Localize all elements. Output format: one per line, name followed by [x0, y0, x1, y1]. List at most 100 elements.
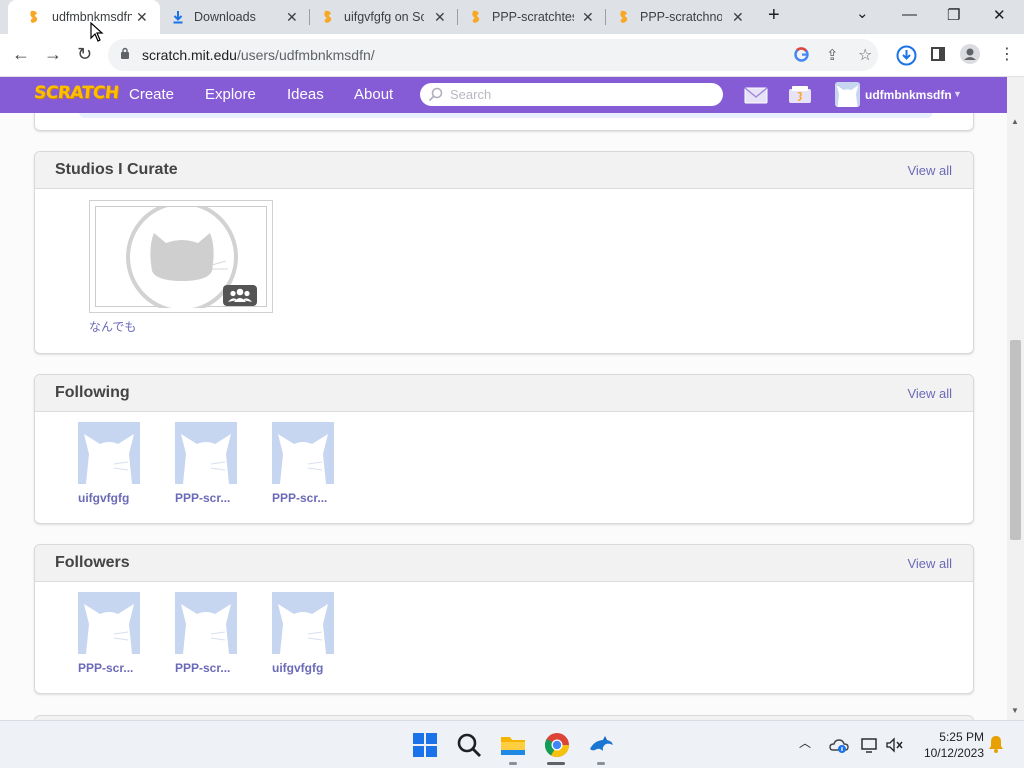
user-thumbnail[interactable]: [272, 422, 334, 484]
search-input[interactable]: [450, 85, 710, 104]
windows-start-icon[interactable]: [411, 731, 439, 759]
cat-avatar-icon: [175, 422, 237, 484]
nav-username[interactable]: udfmbnkmsdfn: [865, 88, 952, 102]
nav-about[interactable]: About: [354, 86, 393, 103]
profile-content: Studios I Curate View all なんでも Following…: [0, 113, 1007, 720]
tab-search-dropdown-icon[interactable]: ⌄: [856, 4, 869, 22]
scratch-favicon-icon: [620, 10, 628, 23]
tab-close-icon[interactable]: ✕: [582, 9, 594, 26]
tab-close-icon[interactable]: ✕: [136, 9, 148, 26]
tab-ppp-scratchtes[interactable]: PPP-scratchtes ✕: [458, 0, 606, 34]
user-card[interactable]: PPP-scr...: [175, 592, 239, 675]
nav-ideas[interactable]: Ideas: [287, 86, 324, 103]
username-link[interactable]: PPP-scr...: [175, 491, 239, 505]
running-indicator: [509, 762, 517, 765]
onedrive-icon[interactable]: [829, 738, 849, 754]
page-scrollbar[interactable]: ▲ ▼: [1007, 77, 1024, 720]
user-card[interactable]: PPP-scr...: [175, 422, 239, 505]
tab-udfmbnkmsdfn[interactable]: udfmbnkmsdfn ✕: [8, 0, 160, 34]
tab-title: uifgvfgfg on Sc: [344, 10, 424, 24]
my-stuff-icon[interactable]: [788, 85, 812, 104]
chrome-icon[interactable]: [543, 731, 571, 759]
notification-bell-icon[interactable]: [988, 735, 1004, 753]
user-thumbnail[interactable]: [78, 592, 140, 654]
user-card[interactable]: PPP-scr...: [272, 422, 336, 505]
followers-box: Followers View all PPP-scr... PPP-scr...…: [34, 544, 974, 694]
search-icon[interactable]: [455, 731, 483, 759]
minimize-button[interactable]: —: [902, 6, 917, 23]
mouse-cursor-icon: [90, 22, 104, 42]
following-box: Following View all uifgvfgfg PPP-scr... …: [34, 374, 974, 524]
studios-curate-box: Studios I Curate View all なんでも: [34, 151, 974, 354]
users-group-icon: [228, 288, 252, 302]
dolphin-app-icon[interactable]: [587, 731, 615, 759]
nav-explore[interactable]: Explore: [205, 86, 256, 103]
share-icon[interactable]: ⇪: [826, 46, 839, 64]
user-avatar[interactable]: [835, 82, 860, 107]
bookmark-star-icon[interactable]: ☆: [858, 45, 872, 65]
profile-icon[interactable]: [960, 44, 980, 64]
google-icon[interactable]: [794, 47, 809, 62]
view-all-link[interactable]: View all: [907, 556, 952, 571]
tab-title: PPP-scratchnol: [640, 10, 722, 24]
username-link[interactable]: PPP-scr...: [272, 491, 336, 505]
messages-icon[interactable]: [744, 87, 768, 104]
windows-taskbar: ︿ 5:25 PM 10/12/2023: [0, 720, 1024, 768]
username-link[interactable]: PPP-scr...: [78, 661, 142, 675]
account-caret-icon[interactable]: ▼: [953, 89, 962, 99]
view-all-link[interactable]: View all: [907, 163, 952, 178]
forward-arrow-icon[interactable]: →: [44, 44, 62, 65]
side-panel-icon[interactable]: [931, 47, 945, 61]
browser-toolbar: ← → ↻ scratch.mit.edu/users/udfmbnkmsdfn…: [0, 34, 1024, 77]
tab-close-icon[interactable]: ✕: [434, 9, 446, 26]
username-link[interactable]: uifgvfgfg: [272, 661, 336, 675]
tab-uifgvfgfg[interactable]: uifgvfgfg on Sc ✕: [310, 0, 458, 34]
tab-close-icon[interactable]: ✕: [286, 9, 298, 26]
address-bar[interactable]: scratch.mit.edu/users/udfmbnkmsdfn/ ⇪ ☆: [108, 39, 878, 71]
clock-time: 5:25 PM: [939, 730, 984, 744]
user-card[interactable]: PPP-scr...: [78, 592, 142, 675]
user-thumbnail[interactable]: [175, 592, 237, 654]
view-all-link[interactable]: View all: [907, 386, 952, 401]
section-title: Following: [55, 384, 130, 401]
tab-close-icon[interactable]: ✕: [732, 9, 744, 26]
download-status-icon[interactable]: [896, 45, 917, 66]
cat-avatar-icon: [272, 592, 334, 654]
user-card[interactable]: uifgvfgfg: [78, 422, 142, 505]
restore-button[interactable]: ❐: [947, 6, 960, 24]
cat-avatar-icon: [175, 592, 237, 654]
chevron-up-icon[interactable]: ︿: [799, 734, 811, 751]
user-thumbnail[interactable]: [272, 592, 334, 654]
user-thumbnail[interactable]: [78, 422, 140, 484]
user-card[interactable]: uifgvfgfg: [272, 592, 336, 675]
active-indicator: [547, 762, 565, 765]
username-link[interactable]: PPP-scr...: [175, 661, 239, 675]
file-explorer-icon[interactable]: [499, 731, 527, 759]
menu-dots-icon[interactable]: ⋮: [999, 44, 1015, 64]
nav-create[interactable]: Create: [129, 86, 174, 103]
close-window-button[interactable]: ✕: [993, 6, 1006, 24]
scrollbar-thumb[interactable]: [1010, 340, 1021, 540]
system-clock[interactable]: 5:25 PM 10/12/2023: [918, 729, 984, 761]
scratch-navbar: SCRATCH Create Explore Ideas About udfmb…: [0, 77, 1007, 113]
display-network-icon[interactable]: [861, 737, 879, 753]
scratch-favicon-icon: [472, 10, 480, 23]
running-indicator: [597, 762, 605, 765]
username-link[interactable]: uifgvfgfg: [78, 491, 142, 505]
avatar-cat-icon: [835, 82, 860, 107]
cat-avatar-icon: [272, 422, 334, 484]
scroll-down-arrow-icon[interactable]: ▼: [1011, 706, 1019, 715]
tab-downloads[interactable]: Downloads ✕: [160, 0, 310, 34]
lock-icon: [121, 47, 129, 59]
studio-title-link[interactable]: なんでも: [89, 318, 136, 335]
new-tab-button[interactable]: +: [768, 4, 780, 27]
scratch-logo[interactable]: SCRATCH: [33, 83, 120, 103]
speaker-muted-icon[interactable]: [886, 737, 904, 753]
user-thumbnail[interactable]: [175, 422, 237, 484]
box-header: Following View all: [35, 375, 973, 412]
reload-icon[interactable]: ↻: [77, 44, 92, 65]
back-arrow-icon[interactable]: ←: [12, 44, 30, 65]
scroll-up-arrow-icon[interactable]: ▲: [1011, 117, 1019, 126]
section-title: Studios I Curate: [55, 161, 178, 178]
tab-ppp-scratchnol[interactable]: PPP-scratchnol ✕: [606, 0, 754, 34]
